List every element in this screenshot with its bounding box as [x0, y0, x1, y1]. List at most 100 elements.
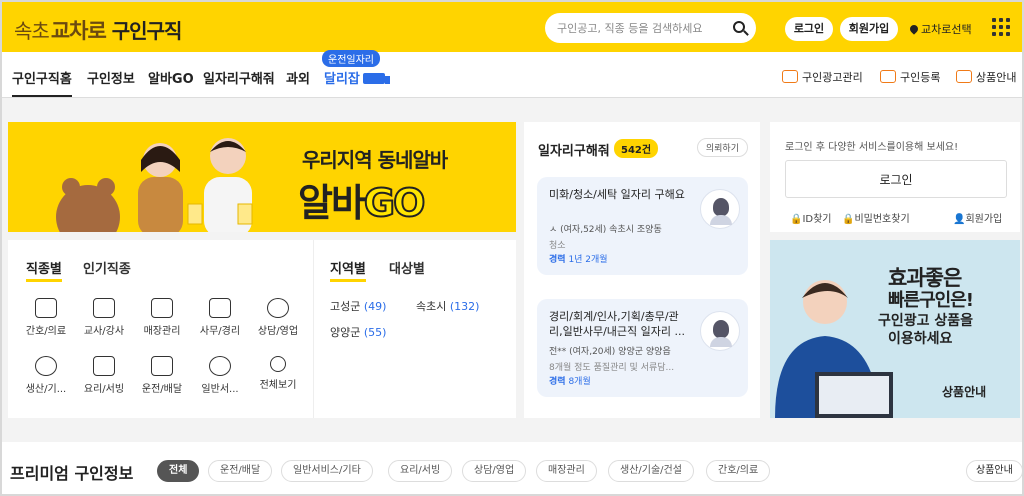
find-password-link[interactable]: 🔒비밀번호찾기: [842, 210, 910, 225]
register-doc-icon: [880, 70, 896, 83]
nav-item-dalijob-label: 달리잡: [324, 72, 360, 87]
job-category-medical[interactable]: 간호/의료: [21, 298, 71, 337]
request-button[interactable]: 의뢰하기: [696, 138, 748, 157]
chip-medical[interactable]: 간호/의료: [706, 460, 771, 482]
banner-headline: 우리지역 동네알바: [302, 148, 448, 172]
seeker-card-meta: ㅅ (여자,52세) 속초시 조양동: [549, 225, 662, 235]
job-category-label: 요리/서빙: [83, 384, 125, 395]
job-category-label: 전체보기: [259, 380, 297, 391]
job-category-store[interactable]: 매장관리: [137, 298, 187, 337]
region-yangyang[interactable]: 양양군 (55): [330, 324, 386, 340]
seeker-card[interactable]: 미화/청소/세탁 일자리 구해요 ㅅ (여자,52세) 속초시 조양동 청소 경…: [537, 177, 748, 275]
nav-item-albago[interactable]: 알바GO: [148, 68, 194, 87]
ad-line-3: 구인광고 상품을: [878, 313, 974, 329]
office-desk-icon: [209, 298, 231, 318]
seeker-card[interactable]: 경리/회계/인사,기획/총무/관리,일반사무/내근직 일자리 ... 전** (…: [537, 299, 748, 397]
join-button[interactable]: 회원가입: [840, 17, 898, 41]
premium-product-button[interactable]: 상품안내: [966, 460, 1022, 482]
search-icon[interactable]: [733, 21, 745, 33]
chat-icon: [209, 356, 231, 376]
job-seeking-title[interactable]: 일자리구해줘: [538, 140, 610, 159]
job-category-label: 생산/기...: [25, 384, 67, 395]
nav-item-seeking[interactable]: 일자리구해줘: [203, 68, 275, 87]
region-select[interactable]: 교차로선택: [908, 21, 972, 37]
chip-cooking[interactable]: 요리/서빙: [388, 460, 453, 482]
ad-manage-link[interactable]: 구인광고관리: [782, 69, 863, 85]
job-category-production[interactable]: 생산/기...: [21, 356, 71, 395]
seeker-card-experience: 경력 1년 2개월: [549, 252, 608, 265]
seeker-card-desc: 8개월 정도 품질관리 및 서류담...: [549, 363, 675, 373]
product-info-link[interactable]: 상품안내: [956, 69, 1016, 85]
tab-by-job[interactable]: 직종별: [26, 258, 62, 282]
job-category-cooking[interactable]: 요리/서빙: [79, 356, 129, 395]
job-category-label: 사무/경리: [199, 326, 241, 337]
page-frame: 속초교차로구인구직 로그인 회원가입 교차로선택 구인구직홈 구인정보 알바GO…: [0, 0, 1024, 496]
product-info-label: 상품안내: [976, 71, 1017, 84]
find-id-link[interactable]: 🔒ID찾기: [790, 210, 832, 225]
logo-part-section: 구인구직: [111, 19, 183, 43]
seeker-card-experience: 경력 8개월: [549, 374, 591, 387]
tab-by-target[interactable]: 대상별: [389, 258, 425, 277]
experience-value: 8개월: [568, 377, 591, 387]
login-join-link[interactable]: 👤회원가입: [953, 210, 1002, 225]
chip-production[interactable]: 생산/기술/건설: [608, 460, 694, 482]
experience-label: 경력: [549, 255, 566, 265]
find-id-label: ID찾기: [802, 214, 832, 225]
job-ad-icon: [782, 70, 798, 83]
shirt-icon: [151, 298, 173, 318]
job-category-teacher[interactable]: 교사/강사: [79, 298, 129, 337]
chip-all[interactable]: 전체: [157, 460, 200, 482]
ad-line-2: 빠른구인은!: [888, 290, 974, 311]
banner-logo-text: 알바GO: [298, 172, 426, 227]
albago-banner[interactable]: 우리지역 동네알바 알바GO: [8, 122, 516, 232]
job-seeking-count-badge: 542건: [614, 139, 659, 158]
premium-section: 프리미엄 구인정보 전체 운전/배달 일반서비스/기타 요리/서빙 상담/영업 …: [2, 442, 1022, 494]
banner-logo-go: GO: [363, 180, 426, 226]
ad-line-4: 이용하세요: [888, 331, 953, 347]
search-icon: [270, 356, 286, 372]
search-input[interactable]: [557, 18, 727, 38]
site-logo[interactable]: 속초교차로 구인구직: [14, 15, 183, 45]
login-button[interactable]: 로그인: [785, 17, 833, 41]
region-count: (132): [449, 300, 480, 313]
region-name: 고성군: [330, 300, 361, 313]
nav-item-dalijob[interactable]: 달리잡: [324, 68, 390, 87]
product-ad-banner[interactable]: 효과좋은 빠른구인은! 구인광고 상품을 이용하세요 상품안내: [770, 240, 1020, 418]
chip-delivery[interactable]: 운전/배달: [208, 460, 273, 482]
chip-general-service[interactable]: 일반서비스/기타: [281, 460, 373, 482]
job-category-sales[interactable]: 상담/영업: [253, 298, 303, 337]
region-count: (55): [363, 326, 387, 339]
job-category-delivery[interactable]: 운전/배달: [137, 356, 187, 395]
gear-icon: [35, 356, 57, 376]
region-count: (49): [363, 300, 387, 313]
region-sokcho[interactable]: 속초시 (132): [416, 298, 479, 314]
login-box: 로그인 후 다양한 서비스를이용해 보세요! 로그인 🔒ID찾기 🔒비밀번호찾기…: [770, 122, 1020, 232]
job-register-link[interactable]: 구인등록: [880, 69, 940, 85]
experience-label: 경력: [549, 377, 566, 387]
tab-by-region[interactable]: 지역별: [330, 258, 366, 282]
banner-logo-alba: 알바: [298, 181, 366, 225]
all-menu-grid-icon[interactable]: [992, 18, 1010, 36]
nav-item-home[interactable]: 구인구직홈: [12, 68, 72, 97]
banner-illustration: [56, 138, 253, 232]
chip-sales[interactable]: 상담/영업: [462, 460, 527, 482]
region-goseong[interactable]: 고성군 (49): [330, 298, 386, 314]
job-category-service[interactable]: 일반서...: [195, 356, 245, 395]
tab-popular-jobs[interactable]: 인기직종: [83, 258, 131, 277]
nav-item-tutoring[interactable]: 과외: [286, 68, 310, 87]
chip-store[interactable]: 매장관리: [536, 460, 597, 482]
job-category-all[interactable]: 전체보기: [253, 356, 303, 391]
cutlery-icon: [93, 356, 115, 376]
location-pin-icon: [908, 23, 920, 35]
nav-item-jobs[interactable]: 구인정보: [87, 68, 135, 87]
login-box-button[interactable]: 로그인: [785, 160, 1007, 198]
login-message: 로그인 후 다양한 서비스를이용해 보세요!: [785, 142, 959, 153]
seeker-card-title: 경리/회계/인사,기획/총무/관리,일반사무/내근직 일자리 ...: [549, 310, 686, 338]
job-register-label: 구인등록: [900, 71, 941, 84]
category-panel: 직종별 인기직종 지역별 대상별 간호/의료 교사/강사 매장관리 사무/경리 …: [8, 240, 516, 418]
ad-cta[interactable]: 상품안내: [942, 383, 986, 400]
job-category-office[interactable]: 사무/경리: [195, 298, 245, 337]
phone-icon: [267, 298, 289, 318]
avatar: [700, 311, 740, 351]
region-name: 양양군: [330, 326, 361, 339]
